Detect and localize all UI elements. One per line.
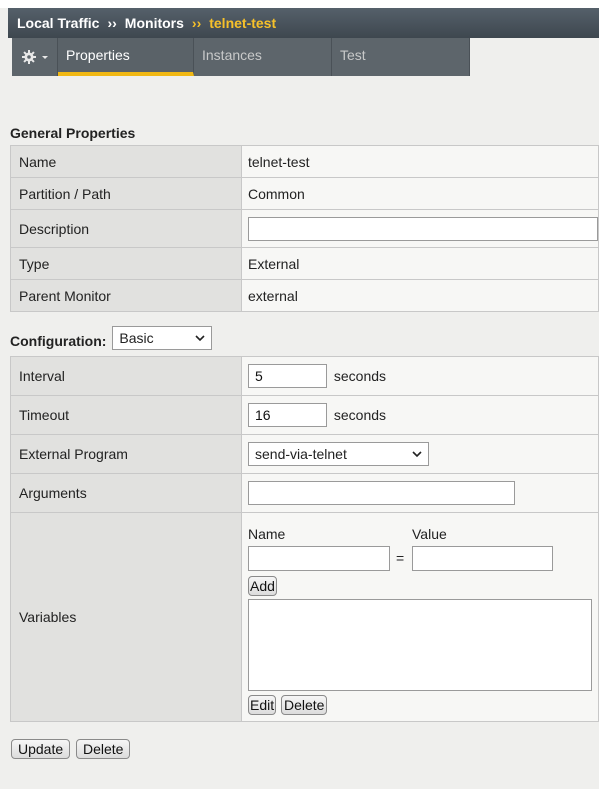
interval-label: Interval bbox=[10, 356, 242, 396]
breadcrumb-separator: ›› bbox=[191, 15, 202, 31]
table-row: Description bbox=[10, 209, 599, 248]
type-label: Type bbox=[10, 247, 242, 280]
general-properties-table: Name telnet-test Partition / Path Common… bbox=[10, 145, 599, 312]
tab-instances[interactable]: Instances bbox=[194, 38, 332, 76]
breadcrumb: Local Traffic ›› Monitors ›› telnet-test bbox=[8, 8, 599, 38]
interval-cell: seconds bbox=[241, 356, 599, 396]
configuration-heading: Configuration: bbox=[10, 333, 107, 349]
partition-value: Common bbox=[241, 177, 599, 210]
timeout-label: Timeout bbox=[10, 395, 242, 435]
parent-monitor-label: Parent Monitor bbox=[10, 279, 242, 312]
top-strip bbox=[0, 0, 599, 8]
timeout-cell: seconds bbox=[241, 395, 599, 435]
breadcrumb-separator: ›› bbox=[107, 15, 117, 31]
arguments-input[interactable] bbox=[248, 481, 515, 505]
type-value: External bbox=[241, 247, 599, 280]
gear-icon bbox=[22, 50, 48, 64]
delete-variable-button[interactable]: Delete bbox=[281, 694, 328, 715]
variables-list[interactable] bbox=[248, 598, 592, 691]
table-row: Partition / Path Common bbox=[10, 177, 599, 210]
table-row: Name telnet-test bbox=[10, 145, 599, 178]
timeout-input[interactable] bbox=[248, 403, 327, 427]
variables-editor: Name Value = Add Edit Delete bbox=[248, 514, 598, 721]
external-program-cell: send-via-telnet bbox=[241, 434, 599, 474]
name-label: Name bbox=[10, 145, 242, 178]
timeout-unit: seconds bbox=[333, 407, 387, 423]
name-value: telnet-test bbox=[241, 145, 599, 178]
description-input[interactable] bbox=[248, 216, 598, 241]
breadcrumb-monitors[interactable]: Monitors bbox=[125, 15, 184, 31]
variables-label: Variables bbox=[10, 512, 242, 722]
chevron-down-icon bbox=[412, 450, 422, 457]
breadcrumb-current: telnet-test bbox=[209, 15, 277, 31]
breadcrumb-local-traffic[interactable]: Local Traffic bbox=[17, 15, 99, 31]
configuration-mode-value: Basic bbox=[119, 330, 154, 346]
table-row: Interval seconds bbox=[10, 356, 599, 396]
table-row: Variables Name Value = Add Edit Delete bbox=[10, 512, 599, 722]
table-row: Arguments bbox=[10, 473, 599, 513]
configuration-mode-select[interactable]: Basic bbox=[112, 326, 213, 350]
variable-value-input[interactable] bbox=[412, 545, 553, 571]
variables-cell: Name Value = Add Edit Delete bbox=[241, 512, 599, 722]
table-row: Parent Monitor external bbox=[10, 279, 599, 312]
external-program-label: External Program bbox=[10, 434, 242, 474]
edit-variable-button[interactable]: Edit bbox=[248, 694, 277, 715]
interval-input[interactable] bbox=[248, 364, 327, 388]
description-label: Description bbox=[10, 209, 242, 248]
arguments-cell bbox=[241, 473, 599, 513]
general-properties-heading: General Properties bbox=[10, 125, 136, 141]
partition-label: Partition / Path bbox=[10, 177, 242, 210]
variable-name-input[interactable] bbox=[248, 545, 390, 571]
chevron-down-icon bbox=[195, 334, 205, 341]
tab-test[interactable]: Test bbox=[332, 38, 470, 76]
settings-menu-button[interactable] bbox=[12, 38, 58, 76]
external-program-value: send-via-telnet bbox=[255, 446, 347, 462]
update-button[interactable]: Update bbox=[11, 739, 71, 759]
tab-bar: Properties Instances Test bbox=[8, 38, 599, 78]
arguments-label: Arguments bbox=[10, 473, 242, 513]
configuration-table: Interval seconds Timeout seconds Externa… bbox=[10, 356, 599, 722]
parent-monitor-value: external bbox=[241, 279, 599, 312]
table-row: Type External bbox=[10, 247, 599, 280]
interval-unit: seconds bbox=[333, 368, 387, 384]
description-cell bbox=[241, 209, 599, 248]
variable-name-header: Name bbox=[248, 525, 286, 542]
table-row: Timeout seconds bbox=[10, 395, 599, 435]
delete-monitor-button[interactable]: Delete bbox=[76, 739, 131, 759]
tab-properties[interactable]: Properties bbox=[58, 38, 194, 76]
equals-sign: = bbox=[396, 549, 405, 566]
table-row: External Program send-via-telnet bbox=[10, 434, 599, 474]
configuration-header: Configuration: Basic bbox=[10, 326, 213, 350]
variable-value-header: Value bbox=[412, 525, 447, 542]
external-program-select[interactable]: send-via-telnet bbox=[248, 442, 429, 466]
add-variable-button[interactable]: Add bbox=[248, 575, 277, 596]
